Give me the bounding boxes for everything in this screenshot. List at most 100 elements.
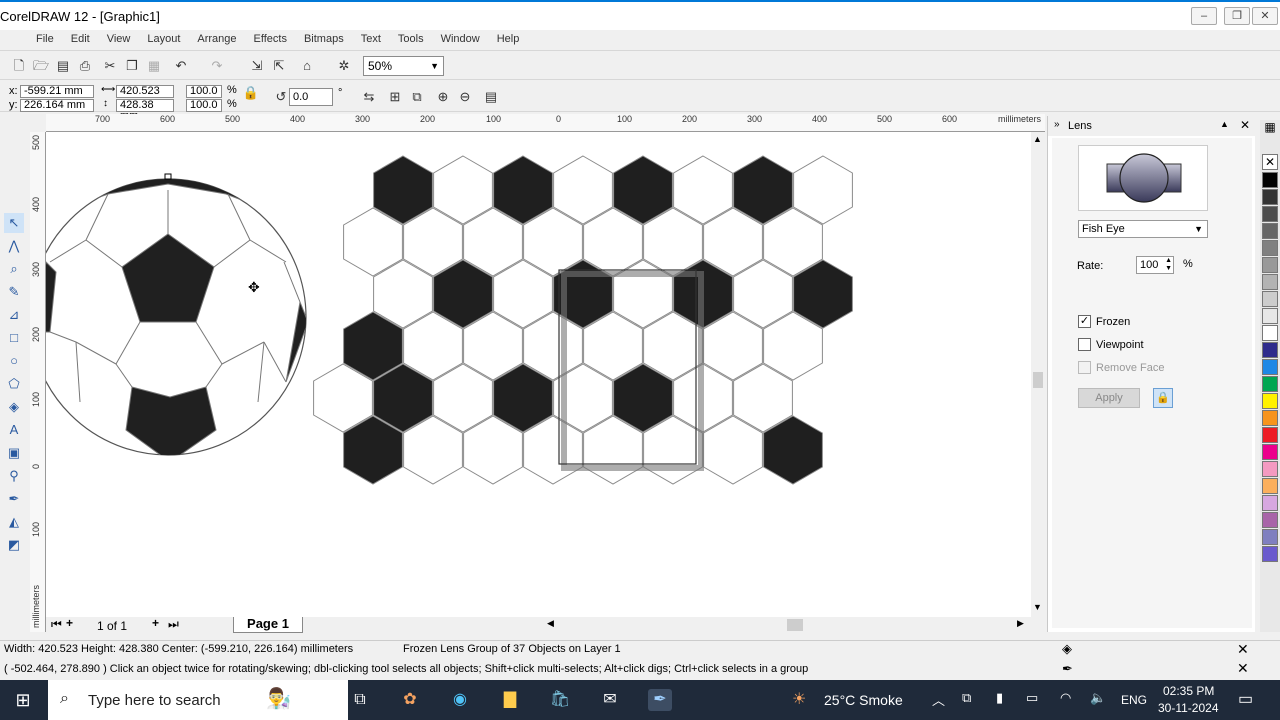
color-swatch[interactable] [1262,376,1278,392]
horizontal-scrollbar[interactable]: ◀ ▶ [545,617,1045,633]
zoom-tool-icon[interactable]: ⌕ [4,259,24,279]
print-icon[interactable]: ⎙ [76,57,94,75]
zoom-level-select[interactable]: 50% ▼ [363,56,444,76]
drawing-canvas[interactable]: ✥ [46,132,1031,617]
color-swatch[interactable] [1262,461,1278,477]
polygon-tool-icon[interactable]: ⬠ [4,374,24,394]
color-swatch[interactable] [1262,427,1278,443]
height-field[interactable]: 428.38 mm [116,99,174,122]
save-icon[interactable]: ▤ [54,57,72,75]
export-icon[interactable]: ⇱ [270,57,288,75]
color-swatch[interactable] [1262,172,1278,188]
spinner-arrows-icon[interactable]: ▲ ▼ [1165,257,1172,273]
scroll-thumb[interactable] [1033,372,1043,388]
corel-online-icon[interactable]: ✲ [335,57,353,75]
open-icon[interactable]: 🗁 [32,57,50,75]
clock-date[interactable]: 30-11-2024 [1158,701,1219,715]
basic-shapes-tool-icon[interactable]: ◈ [4,397,24,417]
lens-effect-select[interactable]: Fish Eye ▼ [1078,220,1208,238]
edge-icon[interactable]: ◉ [448,689,472,711]
scale-x-field[interactable]: 100.0 [186,85,222,98]
menu-window[interactable]: Window [441,33,480,45]
color-swatch[interactable] [1262,342,1278,358]
pick-tool-icon[interactable]: ↖ [4,213,24,233]
color-swatch[interactable] [1262,359,1278,375]
menu-view[interactable]: View [107,33,131,45]
paste-icon[interactable]: ▦ [145,57,163,75]
docker-close-icon[interactable]: ✕ [1240,118,1250,132]
add-page-before-icon[interactable]: + [66,616,73,630]
interactive-fill-tool-icon[interactable]: ◩ [4,535,24,555]
color-swatch[interactable] [1262,223,1278,239]
color-swatch[interactable] [1262,206,1278,222]
task-view-icon[interactable]: ⧉ [348,689,372,711]
remove-face-checkbox[interactable] [1078,361,1091,374]
color-swatch[interactable] [1262,308,1278,324]
restore-button[interactable]: ❐ [1224,7,1250,25]
volume-icon[interactable]: 🔈 [1090,690,1106,706]
close-button[interactable]: ✕ [1252,7,1278,25]
store-icon[interactable]: 🛍 [548,689,572,711]
weld-icon[interactable]: ⊕ [434,88,452,106]
copy-icon[interactable]: ❐ [123,57,141,75]
rectangle-tool-icon[interactable]: □ [4,328,24,348]
tray-app-icon[interactable]: ⧉ [962,690,971,706]
color-swatch[interactable] [1262,189,1278,205]
tab-page-1[interactable]: Page 1 [233,617,303,633]
drawing-surface[interactable]: ✥ [46,132,1031,617]
menu-file[interactable]: File [36,33,54,45]
eyedropper-tool-icon[interactable]: ⚲ [4,466,24,486]
first-page-icon[interactable]: ⏮ [51,617,62,632]
frozen-checkbox[interactable]: ✓ [1078,315,1091,328]
mail-icon[interactable]: ✉ [598,689,622,711]
language-indicator[interactable]: ENG [1121,693,1147,707]
color-swatch[interactable] [1262,546,1278,562]
notifications-icon[interactable]: ▭ [1238,689,1253,709]
lock-ratio-icon[interactable]: 🔒 [242,84,260,102]
color-swatch[interactable] [1262,410,1278,426]
interactive-blend-tool-icon[interactable]: ▣ [4,443,24,463]
lock-icon[interactable]: 🔒 [1153,388,1173,408]
scroll-up-icon[interactable]: ▲ [1033,134,1042,144]
mirror-horizontal-icon[interactable]: ⇆ [360,88,378,106]
usb-icon[interactable]: ▮ [996,690,1003,706]
combine-icon[interactable]: ⧉ [408,88,426,106]
weather-text[interactable]: 25°C Smoke [824,692,903,708]
last-page-icon[interactable]: ⏭ [168,617,179,632]
vertical-ruler[interactable]: 500 400 300 200 100 0 100 millimeters [30,132,46,632]
minimize-button[interactable]: – [1191,7,1217,25]
scroll-down-icon[interactable]: ▼ [1033,602,1042,612]
scroll-thumb[interactable] [787,619,803,631]
color-swatch[interactable] [1262,325,1278,341]
selection-handle[interactable] [164,173,172,180]
windows-start-icon[interactable]: ⊞ [11,689,35,711]
outline-indicator-icon[interactable]: ✒ [1062,661,1073,677]
apply-button[interactable]: Apply [1078,388,1140,408]
x-position-field[interactable]: -599.21 mm [20,85,94,98]
taskbar-search[interactable]: ⌕ Type here to search 👨‍🔬 [48,680,348,720]
menu-bitmaps[interactable]: Bitmaps [304,33,344,45]
cut-icon[interactable]: ✂ [101,57,119,75]
horizontal-ruler[interactable]: 700 600 500 400 300 200 100 0 100 200 30… [46,114,1045,132]
file-explorer-icon[interactable]: ▇ [498,689,522,711]
scale-y-field[interactable]: 100.0 [186,99,222,112]
trim-icon[interactable]: ⊖ [456,88,474,106]
menu-text[interactable]: Text [361,33,381,45]
text-tool-icon[interactable]: A [4,420,24,440]
palette-flyout-icon[interactable]: ▦ [1261,120,1279,136]
menu-edit[interactable]: Edit [71,33,90,45]
undo-icon[interactable]: ↶ [172,57,190,75]
color-swatch[interactable] [1262,393,1278,409]
y-position-field[interactable]: 226.164 mm [20,99,94,112]
width-field[interactable]: 420.523 mm [116,85,174,108]
color-swatch[interactable] [1262,529,1278,545]
color-swatch[interactable] [1262,257,1278,273]
menu-effects[interactable]: Effects [254,33,287,45]
scroll-left-icon[interactable]: ◀ [547,618,554,629]
menu-layout[interactable]: Layout [147,33,180,45]
redo-icon[interactable]: ↷ [208,57,226,75]
freehand-tool-icon[interactable]: ✎ [4,282,24,302]
wifi-icon[interactable]: ◠ [1060,690,1071,706]
outline-tool-icon[interactable]: ✒ [4,489,24,509]
menu-arrange[interactable]: Arrange [197,33,236,45]
